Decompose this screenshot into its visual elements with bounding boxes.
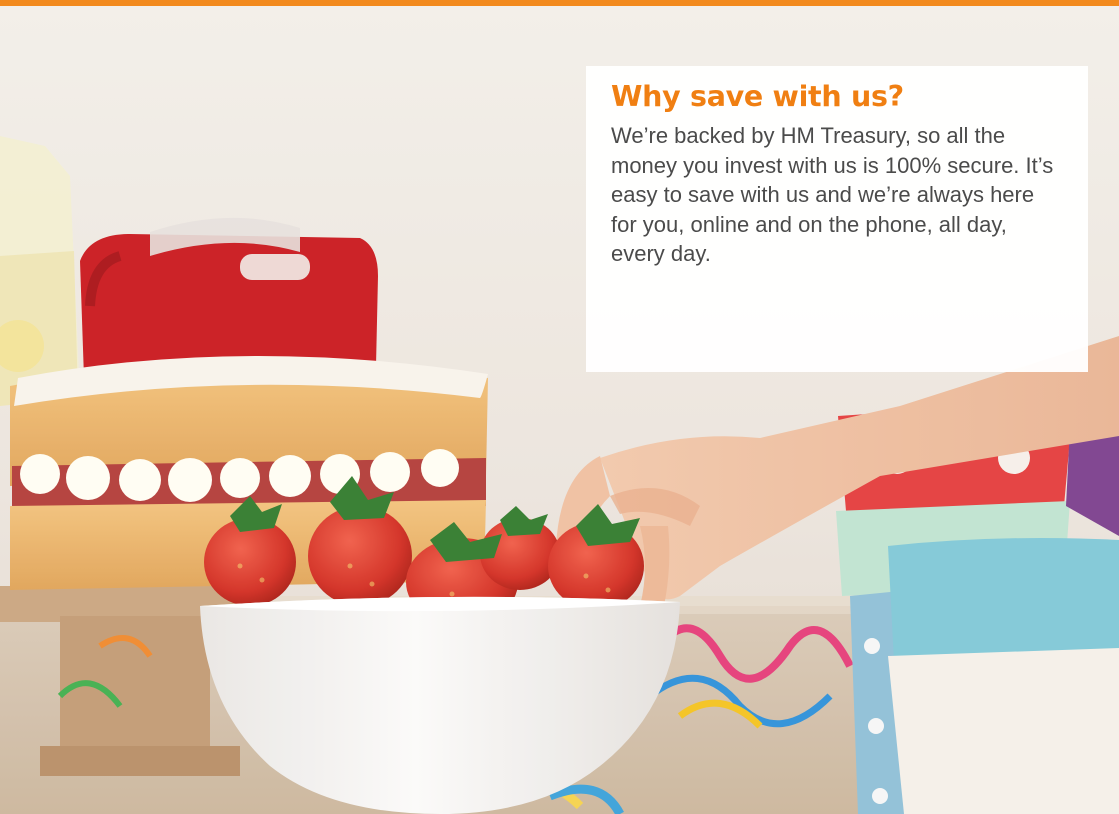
why-save-card: Why save with us? We’re backed by HM Tre… [586, 66, 1088, 372]
card-body: We’re backed by HM Treasury, so all the … [611, 123, 1054, 267]
card-title: Why save with us? [611, 80, 904, 113]
